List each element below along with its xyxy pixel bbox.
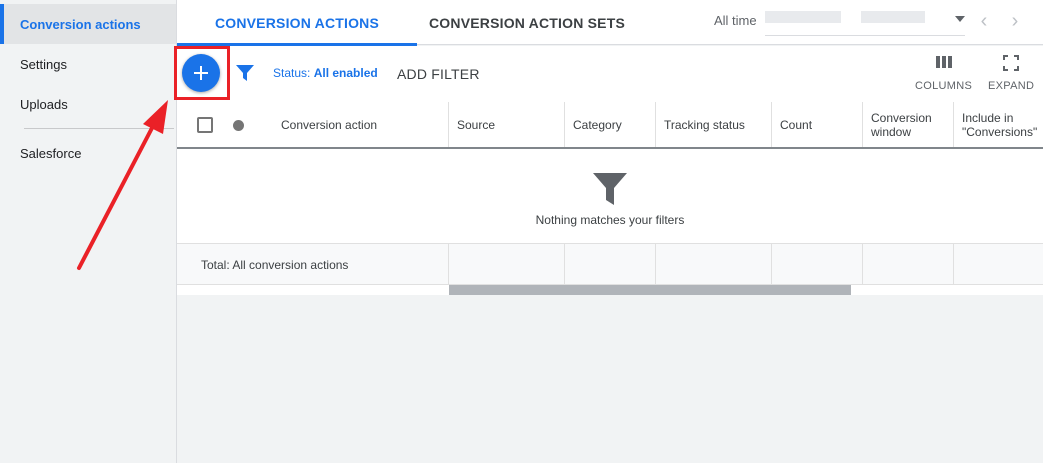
- totals-cell: [448, 244, 449, 284]
- select-all-checkbox[interactable]: [197, 117, 213, 133]
- add-conversion-button[interactable]: [182, 54, 220, 92]
- column-header-tracking-status[interactable]: Tracking status: [655, 102, 771, 147]
- status-filter-prefix: Status:: [273, 66, 311, 80]
- sidebar-item-conversion-actions[interactable]: Conversion actions: [0, 4, 176, 44]
- plus-icon: [194, 66, 208, 80]
- totals-label: Total: All conversion actions: [201, 258, 349, 272]
- expand-button[interactable]: EXPAND: [988, 54, 1034, 92]
- column-header-category[interactable]: Category: [564, 102, 655, 147]
- totals-row: Total: All conversion actions: [177, 244, 1043, 285]
- funnel-icon[interactable]: [236, 65, 254, 81]
- sidebar-item-settings[interactable]: Settings: [0, 44, 176, 84]
- redacted-date-start: [765, 11, 841, 23]
- column-header-source[interactable]: Source: [448, 102, 564, 147]
- date-range-dropdown[interactable]: [765, 6, 965, 36]
- sidebar-item-salesforce[interactable]: Salesforce: [0, 133, 176, 173]
- columns-icon: [935, 56, 952, 68]
- tab-bar: CONVERSION ACTIONS CONVERSION ACTION SET…: [177, 0, 1043, 46]
- columns-button[interactable]: COLUMNS: [915, 54, 972, 92]
- sidebar-item-label: Uploads: [20, 96, 68, 112]
- sidebar-item-label: Conversion actions: [20, 16, 141, 32]
- table-toolbar: Status: All enabled ADD FILTER COLUMNS E…: [174, 46, 1043, 102]
- scrollbar-thumb[interactable]: [449, 285, 851, 295]
- totals-cell: [564, 244, 565, 284]
- funnel-icon: [593, 173, 627, 205]
- totals-cell: [953, 244, 954, 284]
- tab-conversion-action-sets[interactable]: CONVERSION ACTION SETS: [417, 0, 637, 45]
- expand-label: EXPAND: [988, 80, 1035, 92]
- horizontal-scrollbar[interactable]: [177, 285, 1043, 295]
- chevron-right-icon[interactable]: ›: [1003, 9, 1027, 33]
- chevron-left-icon[interactable]: ‹: [972, 9, 996, 33]
- status-filter-chip[interactable]: Status: All enabled: [273, 66, 378, 80]
- totals-cell: [655, 244, 656, 284]
- totals-cell: [862, 244, 863, 284]
- column-header-conversion-window[interactable]: Conversion window: [862, 102, 953, 147]
- sidebar-item-label: Salesforce: [20, 145, 82, 161]
- empty-state: Nothing matches your filters: [177, 149, 1043, 244]
- sidebar-item-uploads[interactable]: Uploads: [0, 84, 176, 124]
- add-filter-button[interactable]: ADD FILTER: [397, 66, 480, 82]
- expand-icon: [1003, 55, 1020, 71]
- tab-conversion-actions[interactable]: CONVERSION ACTIONS: [177, 0, 417, 46]
- columns-label: COLUMNS: [915, 80, 973, 92]
- status-filter-value: All enabled: [313, 66, 378, 80]
- column-header-conversion-action[interactable]: Conversion action: [273, 102, 448, 147]
- totals-cell: [771, 244, 772, 284]
- date-range-label: All time: [714, 13, 757, 28]
- sidebar-item-label: Settings: [20, 56, 67, 72]
- main-content: CONVERSION ACTIONS CONVERSION ACTION SET…: [174, 0, 1043, 463]
- redacted-date-end: [861, 11, 925, 23]
- column-header-include-in-conversions[interactable]: Include in "Conversions": [953, 102, 1043, 147]
- table-header: Conversion action Source Category Tracki…: [177, 102, 1043, 149]
- empty-state-message: Nothing matches your filters: [535, 213, 685, 227]
- sidebar-divider: [24, 128, 174, 129]
- column-header-count[interactable]: Count: [771, 102, 862, 147]
- status-dot-icon: [233, 120, 244, 131]
- sidebar-nav: Conversion actions Settings Uploads Sale…: [0, 0, 177, 463]
- chevron-down-icon: [955, 16, 965, 22]
